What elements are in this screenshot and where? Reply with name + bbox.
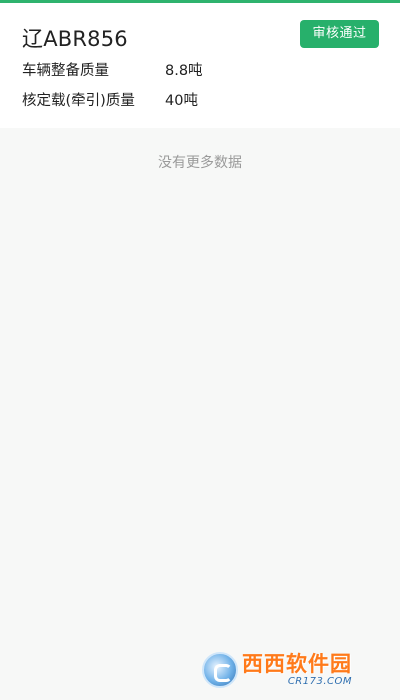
- vehicle-field-rated-load: 核定载(牵引)质量 40吨: [22, 91, 382, 111]
- vehicle-card[interactable]: 辽ABR856 审核通过 车辆整备质量 8.8吨 核定载(牵引)质量 40吨: [0, 3, 400, 128]
- watermark: 西西软件园 CR173.COM: [202, 650, 380, 690]
- field-value: 40吨: [165, 93, 198, 109]
- vehicle-plate-number: 辽ABR856: [22, 27, 128, 51]
- cr173-logo-icon: [202, 652, 238, 688]
- watermark-url: CR173.COM: [287, 676, 352, 687]
- field-label: 核定载(牵引)质量: [22, 93, 135, 109]
- status-badge: 审核通过: [300, 20, 379, 48]
- vehicle-field-curb-weight: 车辆整备质量 8.8吨: [22, 61, 382, 81]
- no-more-data-text: 没有更多数据: [158, 155, 242, 171]
- field-value: 8.8吨: [165, 63, 203, 79]
- watermark-text: 西西软件园 CR173.COM: [242, 652, 352, 688]
- watermark-title: 西西软件园: [242, 652, 352, 676]
- field-label: 车辆整备质量: [22, 63, 109, 79]
